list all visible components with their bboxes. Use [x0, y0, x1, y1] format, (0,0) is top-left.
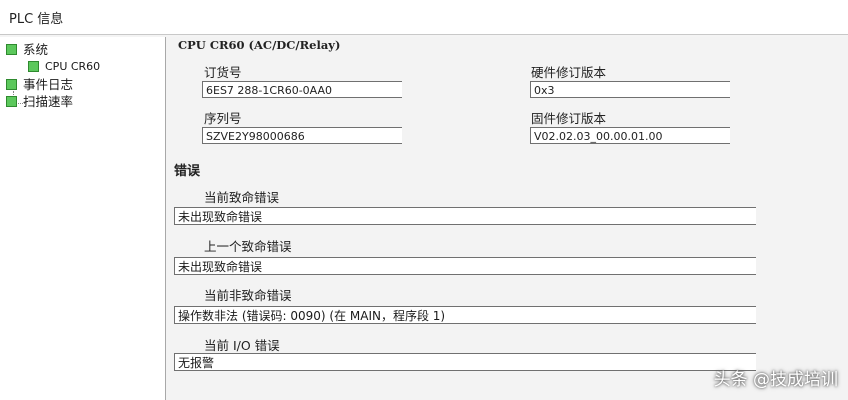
current-io-error-label: 当前 I/O 错误 — [204, 338, 280, 353]
hardware-revision-label: 硬件修订版本 — [531, 65, 607, 80]
hardware-revision-field[interactable]: 0x3 — [530, 81, 730, 98]
firmware-revision-field[interactable]: V02.02.03_00.00.01.00 — [530, 127, 730, 144]
order-number-label: 订货号 — [204, 65, 242, 80]
last-fatal-error-field[interactable]: 未出现致命错误 — [174, 257, 756, 275]
green-status-icon — [6, 79, 17, 90]
green-status-icon — [28, 60, 39, 72]
serial-number-field[interactable]: SZVE2Y98000686 — [202, 127, 402, 144]
navigation-tree: 系统 CPU CR60 事件日志 扫描速率 — [0, 37, 166, 400]
tree-item-cpu-cr60[interactable]: CPU CR60 — [28, 59, 100, 75]
green-status-icon — [6, 96, 17, 107]
current-nonfatal-error-field[interactable]: 操作数非法 (错误码: 0090) (在 MAIN，程序段 1) — [174, 306, 756, 324]
last-fatal-error-label: 上一个致命错误 — [204, 239, 292, 254]
tree-item-system[interactable]: 系统 — [6, 42, 48, 58]
title-bar: PLC 信息 — [0, 0, 848, 35]
order-number-field[interactable]: 6ES7 288-1CR60-0AA0 — [202, 81, 402, 98]
watermark-text: 头条 @技成培训 — [713, 370, 838, 390]
current-io-error-field[interactable]: 无报警 — [174, 353, 756, 371]
tree-item-label: 事件日志 — [23, 77, 74, 92]
errors-section-title: 错误 — [174, 164, 201, 179]
current-fatal-error-field[interactable]: 未出现致命错误 — [174, 207, 756, 225]
tree-item-event-log[interactable]: 事件日志 — [6, 77, 73, 93]
tree-item-label: 系统 — [23, 42, 49, 57]
cpu-title: CPU CR60 (AC/DC/Relay) — [178, 38, 341, 52]
green-status-icon — [6, 44, 17, 55]
tree-item-scan-rate[interactable]: 扫描速率 — [6, 94, 73, 110]
tree-item-label: 扫描速率 — [23, 94, 74, 109]
current-fatal-error-label: 当前致命错误 — [204, 190, 280, 205]
main-panel: CPU CR60 (AC/DC/Relay) 订货号 6ES7 288-1CR6… — [166, 37, 848, 400]
plc-info-window: PLC 信息 系统 CPU CR60 事件日志 扫描速率 CPU CR60 (A… — [0, 0, 848, 400]
tree-item-label: CPU CR60 — [45, 60, 101, 73]
firmware-revision-label: 固件修订版本 — [531, 111, 607, 126]
serial-number-label: 序列号 — [204, 111, 242, 126]
current-nonfatal-error-label: 当前非致命错误 — [204, 288, 292, 303]
window-title: PLC 信息 — [9, 12, 64, 27]
